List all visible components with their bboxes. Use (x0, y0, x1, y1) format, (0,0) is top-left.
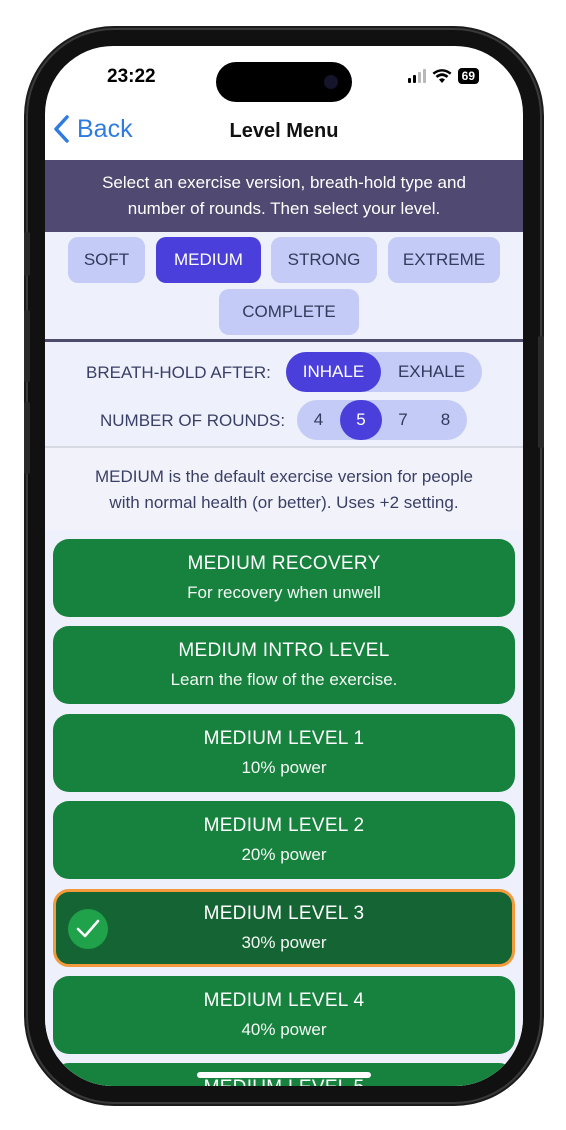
level-title: MEDIUM LEVEL 4 (203, 990, 365, 1011)
breath-hold-inhale-option[interactable]: INHALE (286, 352, 381, 392)
version-medium-button[interactable]: MEDIUM (156, 237, 261, 283)
instruction-banner: Select an exercise version, breath-hold … (45, 160, 523, 232)
rounds-option-5[interactable]: 5 (340, 400, 382, 440)
nav-bar: Back Level Menu (45, 110, 523, 160)
banner-line-2: number of rounds. Then select your level… (127, 199, 441, 218)
level-title: MEDIUM RECOVERY (187, 553, 381, 574)
level-title: MEDIUM LEVEL 3 (203, 903, 365, 924)
version-description: MEDIUM is the default exercise version f… (45, 448, 523, 530)
status-icons: 69 (407, 68, 479, 84)
options-panel: BREATH-HOLD AFTER: INHALE EXHALE NUMBER … (45, 342, 523, 448)
rounds-option-4[interactable]: 4 (297, 400, 340, 440)
status-time: 23:22 (107, 66, 156, 87)
rounds-segmented-control: 4 5 7 8 (297, 400, 467, 440)
action-button (24, 232, 30, 276)
level-item[interactable]: MEDIUM LEVEL 4 40% power (53, 976, 515, 1054)
power-button (538, 336, 544, 448)
rounds-label: NUMBER OF ROUNDS: (100, 411, 286, 430)
level-title: MEDIUM LEVEL 1 (203, 728, 365, 749)
page-title: Level Menu (229, 120, 339, 142)
battery-icon: 69 (457, 68, 479, 84)
rounds-option-7[interactable]: 7 (382, 400, 424, 440)
breath-hold-exhale-option[interactable]: EXHALE (381, 352, 482, 392)
level-title: MEDIUM LEVEL 5 (53, 1077, 515, 1086)
banner-line-1: Select an exercise version, breath-hold … (102, 173, 466, 192)
version-selector: SOFT MEDIUM STRONG EXTREME COMPLETE (45, 232, 523, 342)
version-extreme-button[interactable]: EXTREME (388, 237, 500, 283)
level-item[interactable]: MEDIUM LEVEL 2 20% power (53, 801, 515, 879)
level-subtitle: For recovery when unwell (187, 583, 381, 602)
wifi-icon (432, 68, 452, 83)
level-subtitle: 20% power (241, 845, 327, 864)
rounds-option-8[interactable]: 8 (424, 400, 467, 440)
level-title: MEDIUM INTRO LEVEL (178, 640, 390, 661)
version-soft-button[interactable]: SOFT (68, 237, 145, 283)
volume-down-button (24, 402, 30, 474)
home-indicator[interactable] (197, 1072, 371, 1078)
level-subtitle: 40% power (241, 1020, 327, 1039)
breath-hold-label: BREATH-HOLD AFTER: (86, 363, 271, 382)
camera-icon (324, 75, 338, 89)
level-subtitle: 30% power (241, 933, 327, 952)
level-subtitle: 10% power (241, 758, 327, 777)
dynamic-island (216, 62, 352, 102)
level-item-selected[interactable]: MEDIUM LEVEL 3 30% power (53, 889, 515, 967)
description-line-1: MEDIUM is the default exercise version f… (95, 467, 473, 486)
breath-hold-segmented-control: INHALE EXHALE (286, 352, 482, 392)
signal-icon (407, 69, 426, 83)
level-item[interactable]: MEDIUM LEVEL 1 10% power (53, 714, 515, 792)
screen: 23:22 69 Back Level Menu Select an exerc… (45, 46, 523, 1086)
status-bar: 23:22 69 (45, 46, 523, 110)
version-complete-button[interactable]: COMPLETE (219, 289, 359, 335)
version-strong-button[interactable]: STRONG (271, 237, 377, 283)
level-subtitle: Learn the flow of the exercise. (170, 670, 398, 689)
level-title: MEDIUM LEVEL 2 (203, 815, 365, 836)
description-line-2: with normal health (or better). Uses +2 … (109, 493, 459, 512)
level-list: MEDIUM RECOVERY For recovery when unwell… (45, 530, 523, 1086)
level-item[interactable]: MEDIUM INTRO LEVEL Learn the flow of the… (53, 626, 515, 704)
level-item[interactable]: MEDIUM RECOVERY For recovery when unwell (53, 539, 515, 617)
volume-up-button (24, 310, 30, 382)
